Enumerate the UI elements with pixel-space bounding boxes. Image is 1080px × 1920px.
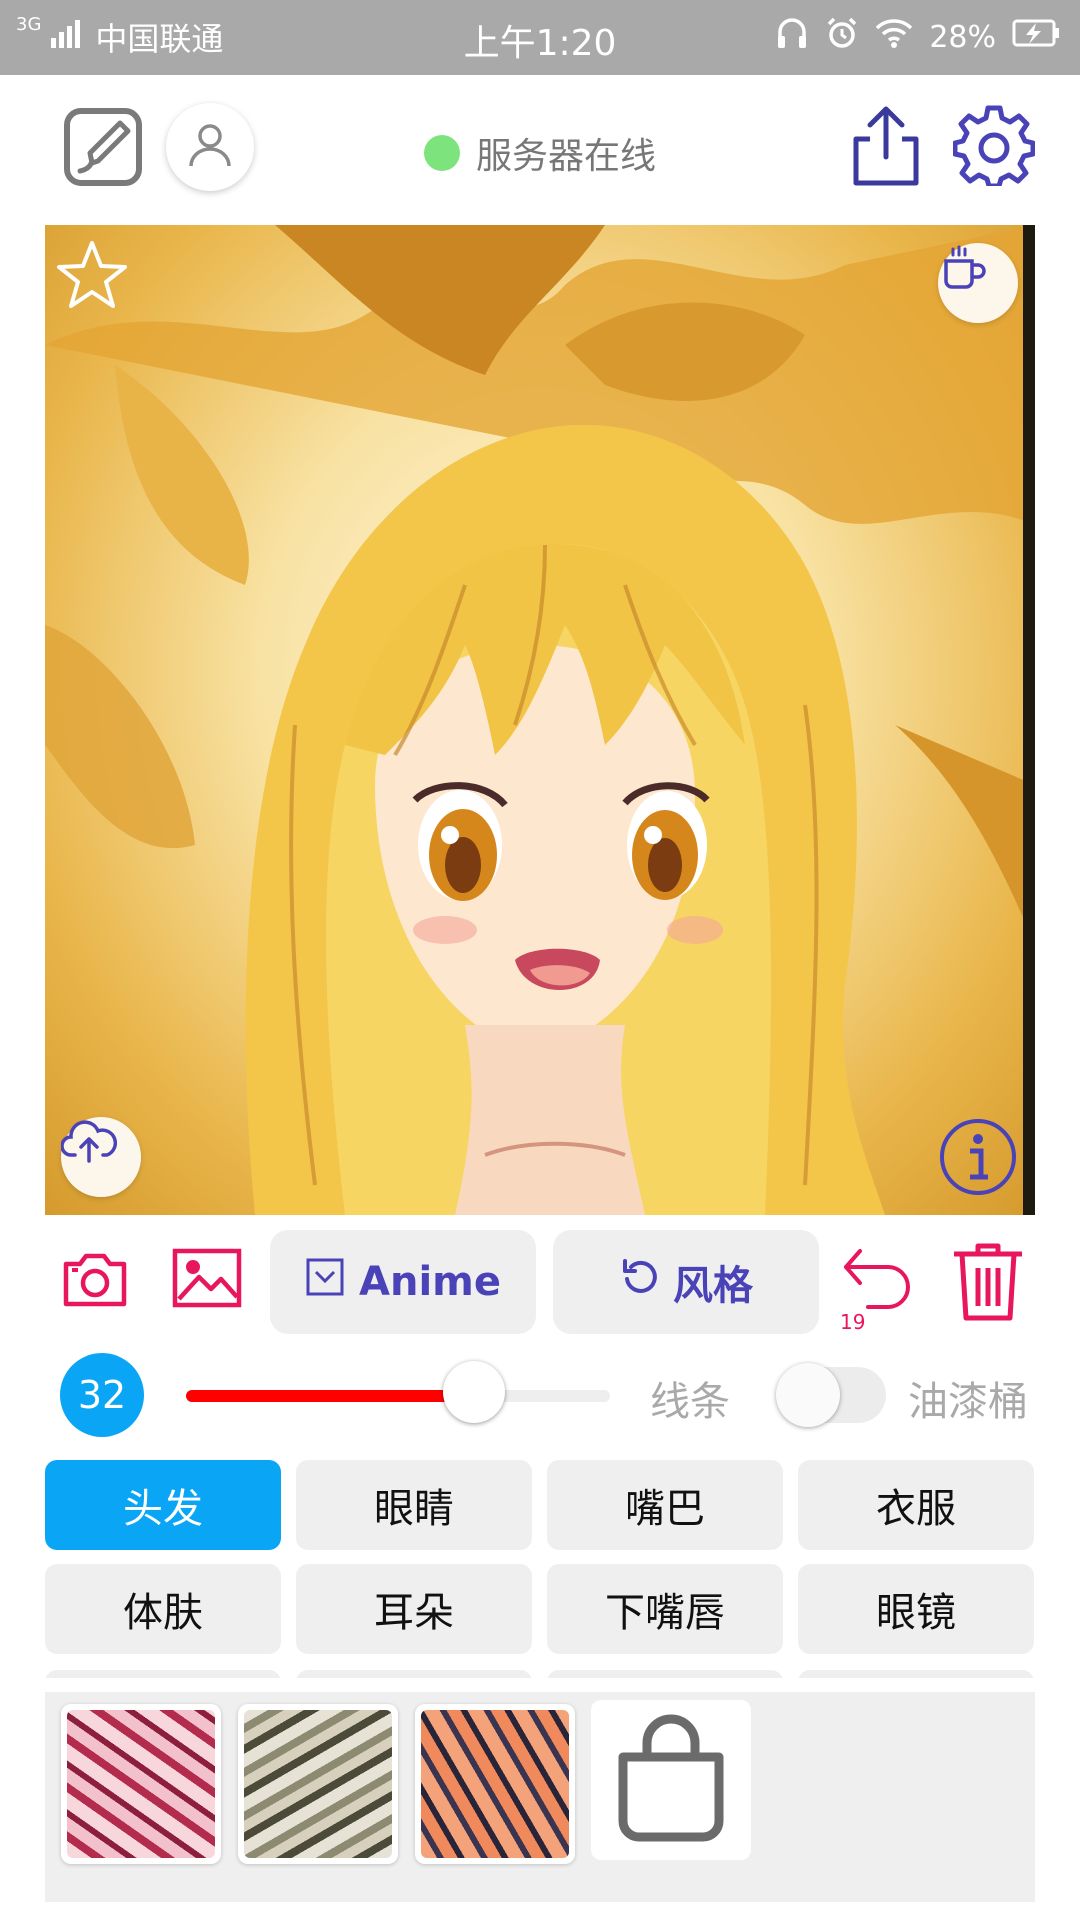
style-label: 风格 <box>673 1263 753 1309</box>
line-mode-label[interactable]: 线条 <box>650 1369 730 1427</box>
settings-icon <box>952 104 1036 190</box>
status-bar: 3G 中国联通 上午1:20 28% <box>0 0 1080 75</box>
part-chip-mouth[interactable]: 嘴巴 <box>547 1460 783 1550</box>
style-button[interactable]: 风格 <box>553 1230 819 1334</box>
store-button[interactable] <box>591 1700 751 1860</box>
swatch-red-texture[interactable] <box>61 1704 221 1864</box>
bag-icon <box>611 1713 731 1847</box>
brush-size-badge: 32 <box>60 1353 144 1437</box>
coffee-button[interactable] <box>938 243 1018 323</box>
part-chip-ears[interactable]: 耳朵 <box>296 1564 532 1654</box>
server-status: 服务器在线 <box>424 127 656 179</box>
share-icon <box>848 105 924 193</box>
dropdown-box-icon <box>305 1257 345 1307</box>
bucket-label: 油漆桶 <box>908 1379 1028 1425</box>
part-label: 体肤 <box>123 1590 203 1636</box>
gallery-button[interactable] <box>170 1244 244 1316</box>
settings-button[interactable] <box>952 105 1036 189</box>
online-indicator <box>424 135 460 171</box>
part-chip-glasses[interactable]: 眼镜 <box>798 1564 1034 1654</box>
anime-artwork <box>45 225 1035 1215</box>
part-chip-skin[interactable]: 体肤 <box>45 1564 281 1654</box>
style-swatches <box>45 1692 1035 1902</box>
app-header: 服务器在线 <box>0 75 1080 225</box>
brush-controls: 32 线条 油漆桶 <box>0 1345 1080 1445</box>
server-status-label: 服务器在线 <box>476 136 657 177</box>
trash-icon <box>950 1240 1026 1326</box>
battery-charging-icon <box>1012 18 1062 56</box>
part-label: 眼睛 <box>374 1486 454 1532</box>
swatch-texture <box>421 1710 569 1858</box>
part-chip-clothes[interactable]: 衣服 <box>798 1460 1034 1550</box>
brush-mode-button[interactable] <box>62 107 146 191</box>
part-chip-hair[interactable]: 头发 <box>45 1460 281 1550</box>
brush-icon <box>62 105 146 193</box>
toolbar: Anime 风格 19 <box>0 1230 1080 1335</box>
battery-percent: 28% <box>929 19 996 55</box>
headphone-icon <box>775 16 809 58</box>
slider-fill <box>186 1390 475 1402</box>
slider-thumb[interactable] <box>443 1361 506 1423</box>
swatch-texture <box>67 1710 215 1858</box>
image-icon <box>171 1247 243 1313</box>
part-label: 下嘴唇 <box>605 1590 725 1636</box>
part-label: 嘴巴 <box>625 1486 705 1532</box>
part-label: 衣服 <box>876 1486 956 1532</box>
info-button[interactable] <box>938 1117 1018 1197</box>
model-select-button[interactable]: Anime <box>270 1230 536 1334</box>
favorite-button[interactable] <box>55 239 135 319</box>
undo-button[interactable]: 19 <box>838 1244 918 1334</box>
part-label: 眼镜 <box>876 1590 956 1636</box>
part-label: 头发 <box>123 1486 203 1532</box>
swatch-olive-texture[interactable] <box>238 1704 398 1864</box>
brush-size-slider[interactable] <box>186 1390 610 1402</box>
wifi-icon <box>875 18 913 56</box>
model-label: Anime <box>359 1259 501 1305</box>
status-right: 28% <box>775 16 1062 58</box>
upload-button[interactable] <box>61 1117 141 1197</box>
bucket-toggle[interactable] <box>776 1363 886 1427</box>
alarm-icon <box>825 16 859 58</box>
next-row-peek <box>45 1670 1035 1678</box>
swatch-orange-texture[interactable] <box>415 1704 575 1864</box>
share-button[interactable] <box>846 105 926 193</box>
refresh-icon <box>619 1257 659 1307</box>
drawing-canvas[interactable] <box>45 225 1035 1215</box>
part-chip-lower-lip[interactable]: 下嘴唇 <box>547 1564 783 1654</box>
camera-icon <box>62 1250 128 1312</box>
camera-button[interactable] <box>60 1246 130 1316</box>
user-icon <box>185 120 235 174</box>
swatch-texture <box>244 1710 392 1858</box>
toggle-knob <box>776 1363 840 1427</box>
undo-count: 19 <box>840 1310 866 1334</box>
clear-button[interactable] <box>948 1240 1028 1326</box>
user-button[interactable] <box>166 103 254 191</box>
part-label: 耳朵 <box>374 1590 454 1636</box>
part-chip-eyes[interactable]: 眼睛 <box>296 1460 532 1550</box>
